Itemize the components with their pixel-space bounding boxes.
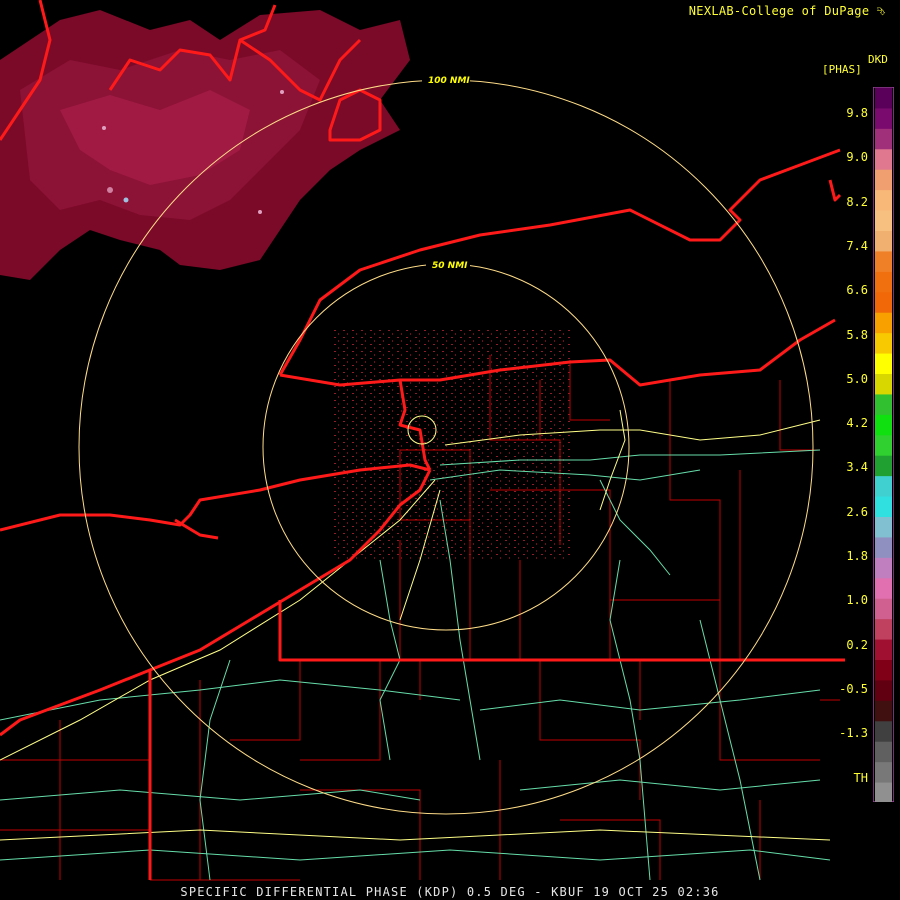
color-bar-swatch bbox=[875, 517, 892, 538]
legend-tick-label: 1.0 bbox=[846, 593, 868, 608]
credit-label: NEXLAB-College of DuPage ⮷ bbox=[688, 4, 886, 18]
color-bar-swatch bbox=[875, 312, 892, 334]
color-bar-swatch bbox=[875, 231, 892, 252]
range-ring-label-50: 50 NMI bbox=[432, 261, 468, 271]
legend-tick-label: 3.4 bbox=[846, 460, 868, 475]
color-bar bbox=[873, 87, 894, 802]
legend-tick-label: 5.0 bbox=[846, 371, 868, 386]
color-bar-swatch bbox=[875, 169, 892, 191]
legend-tick-label: 9.8 bbox=[846, 106, 868, 120]
color-bar-swatch bbox=[875, 762, 892, 784]
color-bar-swatch bbox=[875, 251, 892, 273]
color-bar-swatch bbox=[875, 619, 892, 641]
legend-tick-label: 2.6 bbox=[846, 504, 868, 519]
legend-tick-label: -0.5 bbox=[839, 681, 868, 696]
color-bar-swatch bbox=[875, 271, 892, 293]
legend-tick-label: 4.2 bbox=[846, 416, 868, 431]
color-bar-swatch bbox=[875, 128, 892, 150]
color-bar-swatch bbox=[875, 557, 892, 579]
color-bar-swatch bbox=[875, 210, 892, 232]
legend-unit: [PHAS] bbox=[822, 63, 862, 76]
range-ring-label-100: 100 NMI bbox=[428, 76, 470, 86]
color-bar-swatch bbox=[875, 374, 892, 395]
color-bar-swatch bbox=[875, 414, 892, 436]
color-bar-swatch bbox=[875, 721, 892, 743]
color-bar-swatch bbox=[875, 741, 892, 763]
product-footer: SPECIFIC DIFFERENTIAL PHASE (KDP) 0.5 DE… bbox=[180, 885, 720, 899]
color-bar-swatch bbox=[875, 353, 892, 375]
color-bar-swatch bbox=[875, 292, 892, 314]
color-bar-swatch bbox=[875, 782, 892, 802]
color-bar-swatch bbox=[875, 435, 892, 457]
color-bar-swatch bbox=[875, 598, 892, 620]
color-bar-swatch bbox=[875, 108, 892, 130]
color-bar-swatch bbox=[875, 578, 892, 600]
legend-tick-label: TH bbox=[853, 770, 868, 785]
color-bar-swatch bbox=[875, 537, 892, 559]
color-bar-swatch bbox=[875, 639, 892, 661]
color-bar-swatch bbox=[875, 476, 892, 498]
legend-tick-label: 1.8 bbox=[846, 549, 868, 563]
legend-tick-label: 7.4 bbox=[846, 238, 868, 253]
ground-clutter bbox=[330, 330, 570, 560]
color-bar-swatch bbox=[875, 700, 892, 722]
legend-product: DKD bbox=[868, 53, 888, 66]
color-bar-swatch bbox=[875, 149, 892, 171]
color-bar-swatch bbox=[875, 680, 892, 702]
legend-tick-label: 9.0 bbox=[846, 150, 868, 165]
color-bar-swatch bbox=[875, 394, 892, 416]
color-bar-swatch bbox=[875, 190, 892, 212]
legend-tick-label: -1.3 bbox=[839, 726, 868, 741]
color-bar-swatch bbox=[875, 88, 892, 109]
color-bar-swatch bbox=[875, 496, 892, 518]
color-bar-swatch bbox=[875, 660, 892, 681]
legend-tick-label: 5.8 bbox=[846, 327, 868, 342]
legend-tick-label: 0.2 bbox=[846, 637, 868, 652]
legend-tick-label: 6.6 bbox=[846, 283, 868, 298]
color-bar-swatch bbox=[875, 455, 892, 477]
cod-logo-icon: ⮷ bbox=[876, 5, 886, 18]
color-bar-swatch bbox=[875, 333, 892, 355]
radar-map: 100 NMI 50 NMI bbox=[0, 0, 845, 881]
legend-tick-label: 8.2 bbox=[846, 194, 868, 209]
